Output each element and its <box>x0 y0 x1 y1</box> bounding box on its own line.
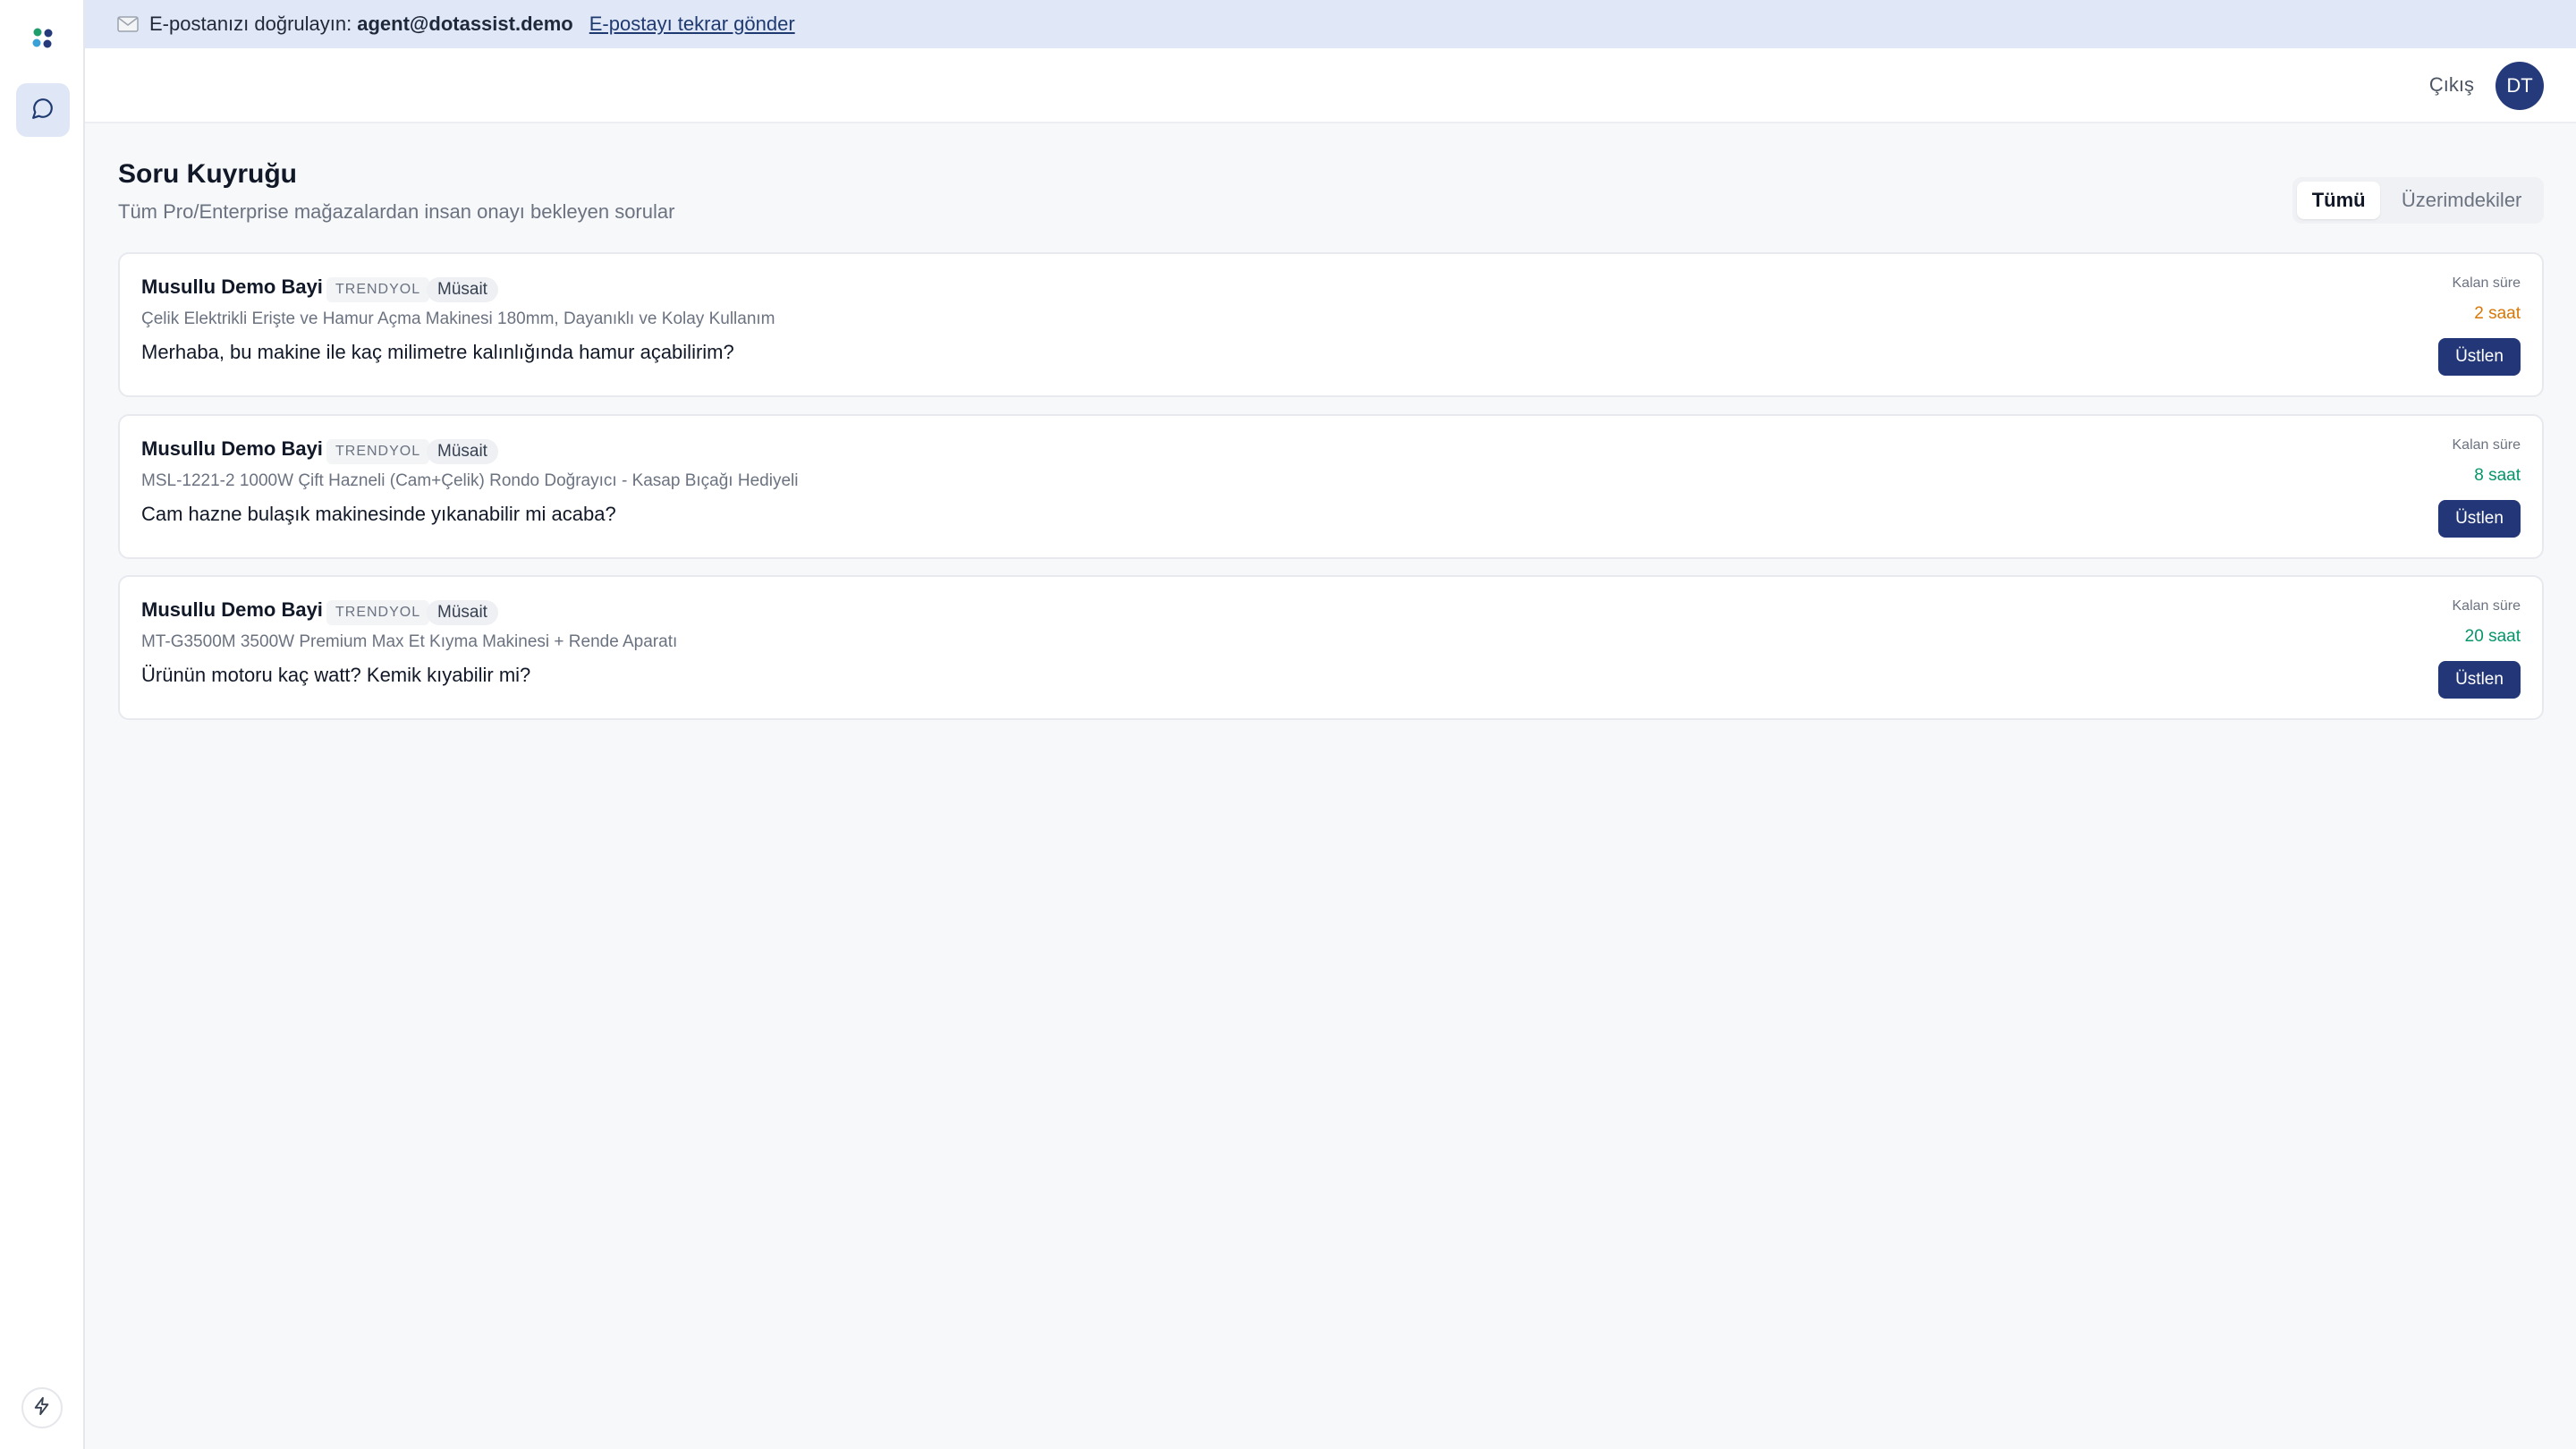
tab-mine[interactable]: Üzerimdekiler <box>2384 182 2539 219</box>
top-bar: Çıkış DT <box>85 48 2576 123</box>
bolt-icon <box>32 1396 52 1420</box>
time-remaining-value: 20 saat <box>2464 627 2521 646</box>
question-text: Cam hazne bulaşık makinesinde yıkanabili… <box>141 503 616 525</box>
platform-badge: TRENDYOL <box>326 277 430 302</box>
logout-button[interactable]: Çıkış <box>2429 73 2474 97</box>
mail-icon <box>117 16 139 32</box>
time-remaining-value: 8 saat <box>2474 466 2521 485</box>
store-name: Musullu Demo Bayi <box>141 598 323 621</box>
sidebar <box>0 0 85 1449</box>
platform-badge: TRENDYOL <box>326 439 430 464</box>
sidebar-item-questions[interactable] <box>16 83 70 137</box>
question-text: Merhaba, bu makine ile kaç milimetre kal… <box>141 341 734 363</box>
time-remaining-label: Kalan süre <box>2452 275 2521 291</box>
claim-button[interactable]: Üstlen <box>2438 500 2521 538</box>
claim-button[interactable]: Üstlen <box>2438 661 2521 699</box>
quick-action-button[interactable] <box>21 1387 63 1428</box>
question-card[interactable]: Musullu Demo Bayi TRENDYOL Müsait MSL-12… <box>118 414 2544 559</box>
verification-email: agent@dotassist.demo <box>357 13 573 35</box>
status-badge: Müsait <box>427 600 498 625</box>
resend-email-link[interactable]: E-postayı tekrar gönder <box>589 13 795 36</box>
question-text: Ürünün motoru kaç watt? Kemik kıyabilir … <box>141 664 531 686</box>
product-name: Çelik Elektrikli Erişte ve Hamur Açma Ma… <box>141 309 775 328</box>
time-remaining-label: Kalan süre <box>2452 437 2521 453</box>
filter-segmented-control: Tümü Üzerimdekiler <box>2292 177 2544 224</box>
avatar[interactable]: DT <box>2496 62 2544 110</box>
question-card[interactable]: Musullu Demo Bayi TRENDYOL Müsait Çelik … <box>118 252 2544 397</box>
logo-icon[interactable] <box>30 25 56 52</box>
store-name: Musullu Demo Bayi <box>141 275 323 298</box>
time-remaining-value: 2 saat <box>2474 304 2521 323</box>
product-name: MSL-1221-2 1000W Çift Hazneli (Cam+Çelik… <box>141 471 799 490</box>
time-remaining-label: Kalan süre <box>2452 598 2521 614</box>
verification-banner: E-postanızı doğrulayın: agent@dotassist.… <box>85 0 2576 48</box>
product-name: MT-G3500M 3500W Premium Max Et Kıyma Mak… <box>141 632 678 651</box>
chat-icon <box>31 97 55 124</box>
store-name: Musullu Demo Bayi <box>141 437 323 460</box>
question-card[interactable]: Musullu Demo Bayi TRENDYOL Müsait MT-G35… <box>118 575 2544 720</box>
status-badge: Müsait <box>427 277 498 302</box>
tab-all[interactable]: Tümü <box>2297 182 2381 219</box>
claim-button[interactable]: Üstlen <box>2438 338 2521 376</box>
verification-text: E-postanızı doğrulayın: <box>149 13 352 35</box>
platform-badge: TRENDYOL <box>326 600 430 625</box>
page-title: Soru Kuyruğu <box>118 159 297 189</box>
page-subtitle: Tüm Pro/Enterprise mağazalardan insan on… <box>118 200 675 223</box>
status-badge: Müsait <box>427 439 498 464</box>
